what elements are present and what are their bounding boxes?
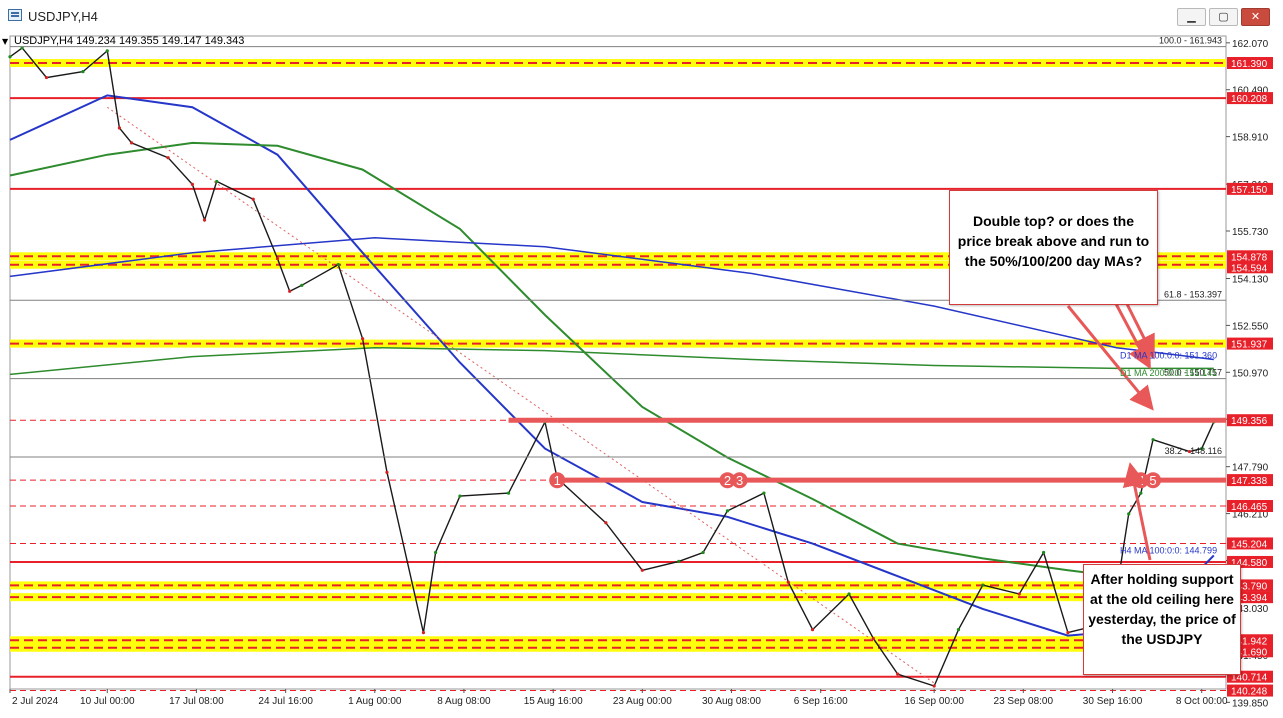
annotation-support-text: After holding support at the old ceiling… xyxy=(1088,571,1236,647)
annotation-double-top: Double top? or does the price break abov… xyxy=(949,190,1158,305)
price-point xyxy=(336,262,340,267)
y-tick-label: 152.550 xyxy=(1232,321,1269,332)
price-point xyxy=(130,141,134,145)
price-point xyxy=(300,283,304,287)
x-tick-label: 16 Sep 00:00 xyxy=(904,696,964,707)
x-tick-label: 30 Sep 16:00 xyxy=(1083,696,1143,707)
x-tick-label: 1 Aug 00:00 xyxy=(348,696,402,707)
price-point xyxy=(640,568,644,572)
price-point xyxy=(871,636,875,641)
price-label: 160.208 xyxy=(1231,94,1268,105)
point-badge-label: 4 xyxy=(1137,473,1144,488)
price-point xyxy=(166,156,170,160)
chart-plot-area xyxy=(9,35,1227,690)
price-point xyxy=(677,559,681,563)
x-tick-label: 23 Sep 08:00 xyxy=(994,696,1054,707)
y-tick-label: 147.790 xyxy=(1232,463,1269,474)
y-tick-label: 139.850 xyxy=(1232,698,1269,709)
price-point xyxy=(8,55,12,59)
price-point xyxy=(458,494,462,498)
price-point xyxy=(385,470,389,474)
x-tick-label: 30 Aug 08:00 xyxy=(702,696,761,707)
y-tick-label: 158.910 xyxy=(1232,133,1269,144)
x-tick-label: 10 Jul 00:00 xyxy=(80,696,135,707)
price-point xyxy=(81,70,85,74)
price-point xyxy=(725,509,730,513)
price-point xyxy=(434,550,438,555)
ma-label: D1 MA 100:0:0: 151.360 xyxy=(1120,351,1217,361)
price-label: 154.594 xyxy=(1231,263,1268,274)
x-tick-label: 17 Jul 08:00 xyxy=(169,696,224,707)
price-point xyxy=(288,289,292,293)
price-point xyxy=(361,337,365,341)
x-tick-label: 6 Sep 16:00 xyxy=(794,696,848,707)
price-point xyxy=(1042,550,1046,555)
price-point xyxy=(847,592,851,596)
price-label: 151.937 xyxy=(1231,340,1268,351)
price-point xyxy=(251,197,255,201)
ma-label: D1 MA 200:0:0: 151.141 xyxy=(1120,368,1217,378)
point-badge-label: 2 xyxy=(724,473,731,488)
maximize-button[interactable]: ▢ xyxy=(1209,8,1238,26)
price-point xyxy=(506,491,511,495)
price-point xyxy=(1066,631,1070,635)
y-tick-label: 150.970 xyxy=(1232,368,1269,379)
price-label: 140.248 xyxy=(1231,687,1268,698)
point-badge-label: 5 xyxy=(1149,473,1156,488)
price-label: 145.204 xyxy=(1231,539,1268,550)
close-button[interactable]: ✕ xyxy=(1241,8,1270,26)
price-point xyxy=(275,257,280,261)
price-point xyxy=(117,126,122,130)
price-point xyxy=(421,631,426,635)
point-badge-label: 3 xyxy=(736,473,743,488)
annotation-double-top-text: Double top? or does the price break abov… xyxy=(957,213,1150,269)
price-label: 146.465 xyxy=(1231,502,1268,513)
price-point xyxy=(44,75,49,80)
price-point xyxy=(105,49,109,53)
price-point xyxy=(896,672,900,676)
price-label: 147.338 xyxy=(1231,476,1268,487)
y-tick-label: 154.130 xyxy=(1232,275,1269,286)
fibonacci-label: 38.2 - 148.116 xyxy=(1165,446,1222,456)
price-label: 149.356 xyxy=(1231,416,1268,427)
window-titlebar: USDJPY,H4 ▁ ▢ ✕ xyxy=(0,0,1283,35)
price-point xyxy=(202,218,207,222)
fibonacci-label: 100.0 - 161.943 xyxy=(1159,36,1222,46)
price-label: 157.150 xyxy=(1231,185,1268,196)
price-point xyxy=(1151,438,1155,442)
price-point xyxy=(762,491,766,495)
window-title: USDJPY,H4 xyxy=(28,9,98,24)
x-tick-label: 2 Jul 2024 xyxy=(12,696,59,707)
chart-header: USDJPY,H4 149.234 149.355 149.147 149.34… xyxy=(14,35,244,47)
price-label: 161.390 xyxy=(1231,59,1268,70)
fibonacci-label: 61.8 - 153.397 xyxy=(1164,289,1222,299)
price-point xyxy=(810,628,815,632)
price-point xyxy=(932,684,936,688)
chart-menu-arrow-icon[interactable]: ▼ xyxy=(2,37,9,46)
chart-window-icon xyxy=(8,9,22,21)
price-point xyxy=(215,179,219,184)
price-point xyxy=(604,521,608,525)
x-tick-label: 24 Jul 16:00 xyxy=(258,696,313,707)
x-tick-label: 8 Aug 08:00 xyxy=(437,696,491,707)
x-tick-label: 23 Aug 00:00 xyxy=(613,696,672,707)
y-tick-label: 155.730 xyxy=(1232,227,1269,238)
price-point xyxy=(956,628,961,632)
ma-label: H4 MA 100:0:0: 144.799 xyxy=(1120,545,1217,555)
price-point xyxy=(1139,491,1143,495)
annotation-support: After holding support at the old ceiling… xyxy=(1083,564,1241,675)
minimize-button[interactable]: ▁ xyxy=(1177,8,1206,26)
price-point xyxy=(1017,592,1021,596)
price-point xyxy=(1127,512,1131,516)
x-tick-label: 8 Oct 00:00 xyxy=(1176,696,1228,707)
x-tick-label: 15 Aug 16:00 xyxy=(524,696,583,707)
point-badge-label: 1 xyxy=(554,473,561,488)
price-point xyxy=(190,182,194,187)
price-point xyxy=(786,580,790,584)
price-point xyxy=(981,583,985,587)
price-point xyxy=(701,550,705,555)
y-tick-label: 162.070 xyxy=(1232,39,1269,50)
